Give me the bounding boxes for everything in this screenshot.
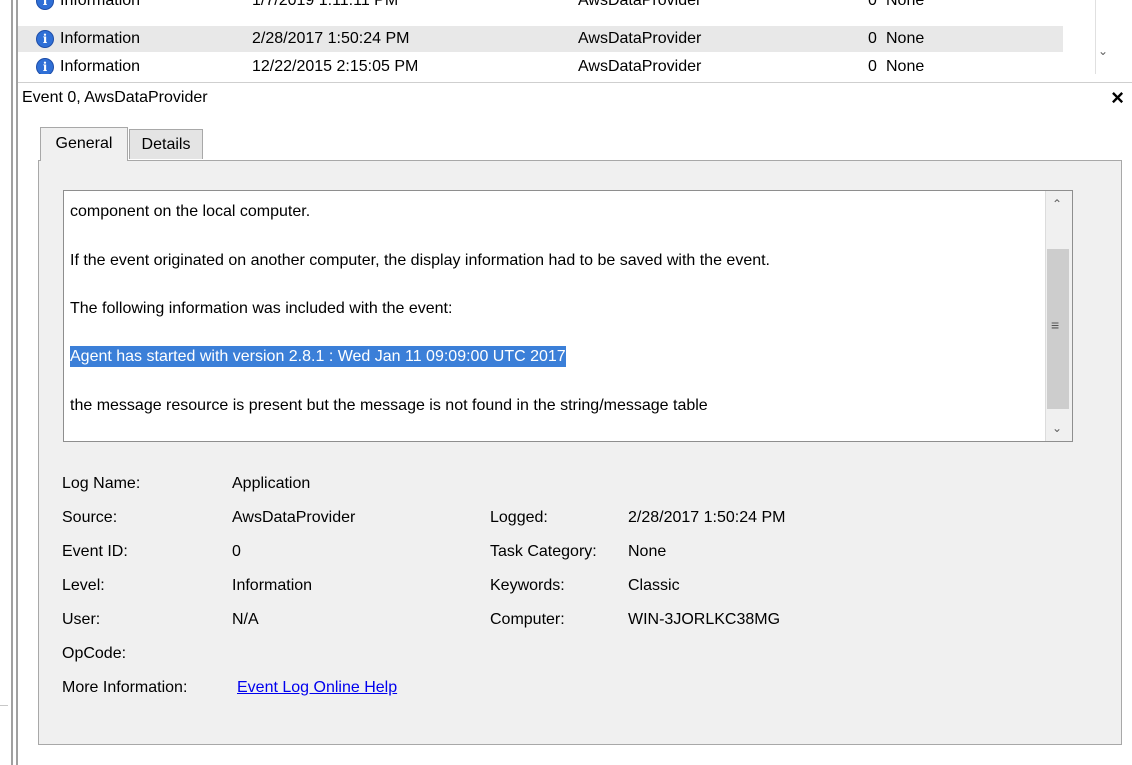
label-keywords: Keywords:	[490, 577, 565, 594]
window-edge-stub	[0, 705, 8, 706]
event-date: 1/7/2019 1:11:11 PM	[252, 0, 399, 9]
event-source: AwsDataProvider	[578, 58, 702, 74]
label-log-name: Log Name:	[62, 475, 141, 492]
event-level: Information	[60, 30, 141, 47]
value-event-id: 0	[232, 543, 241, 560]
event-list[interactable]: i Information 1/7/2019 1:11:11 PM AwsDat…	[18, 0, 1113, 74]
grip-icon: ≡	[1051, 317, 1060, 333]
event-row-selected[interactable]: i Information 2/28/2017 1:50:24 PM AwsDa…	[18, 26, 1063, 52]
tab-details[interactable]: Details	[129, 129, 203, 159]
event-id: 0	[868, 58, 877, 74]
dialog-title: Event 0, AwsDataProvider	[22, 89, 208, 106]
chevron-up-icon[interactable]: ⌃	[1052, 197, 1062, 211]
event-category: None	[886, 30, 925, 47]
value-user: N/A	[232, 611, 259, 628]
label-more-information: More Information:	[62, 679, 188, 696]
message-line: component on the local computer.	[70, 203, 311, 220]
value-task-category: None	[628, 543, 667, 560]
value-log-name: Application	[232, 475, 311, 492]
window-edge-inner	[16, 0, 18, 765]
event-details-titlebar: Event 0, AwsDataProvider ×	[18, 82, 1132, 113]
label-user: User:	[62, 611, 101, 628]
info-icon: i	[36, 0, 54, 10]
event-source: AwsDataProvider	[578, 30, 702, 47]
event-source: AwsDataProvider	[578, 0, 702, 9]
message-line: If the event originated on another compu…	[70, 252, 770, 269]
chevron-down-icon[interactable]: ⌄	[1098, 44, 1108, 58]
event-id: 0	[868, 0, 877, 9]
event-row[interactable]: i Information 1/7/2019 1:11:11 PM AwsDat…	[18, 0, 1063, 14]
message-line-selected: Agent has started with version 2.8.1 : W…	[70, 346, 566, 367]
label-task-category: Task Category:	[490, 543, 597, 560]
list-scrollbar[interactable]: ⌄	[1095, 0, 1113, 74]
label-opcode: OpCode:	[62, 645, 127, 662]
event-row[interactable]: i Information 12/22/2015 2:15:05 PM AwsD…	[18, 54, 1063, 74]
event-level: Information	[60, 58, 141, 74]
label-event-id: Event ID:	[62, 543, 128, 560]
message-line: The following information was included w…	[70, 300, 453, 317]
value-source: AwsDataProvider	[232, 509, 356, 526]
event-date: 12/22/2015 2:15:05 PM	[252, 58, 419, 74]
label-logged: Logged:	[490, 509, 548, 526]
message-line: the message resource is present but the …	[70, 397, 708, 414]
label-computer: Computer:	[490, 611, 565, 628]
label-level: Level:	[62, 577, 105, 594]
label-source: Source:	[62, 509, 118, 526]
message-scrollbar[interactable]: ⌃ ≡ ⌄	[1045, 191, 1072, 441]
value-computer: WIN-3JORLKC38MG	[628, 611, 781, 628]
value-level: Information	[232, 577, 313, 594]
close-icon[interactable]: ×	[1111, 85, 1124, 111]
tab-general[interactable]: General	[40, 127, 128, 161]
value-keywords: Classic	[628, 577, 680, 594]
event-message-box[interactable]: component on the local computer. If the …	[63, 190, 1073, 442]
event-log-online-help-link[interactable]: Event Log Online Help	[237, 679, 397, 697]
event-date: 2/28/2017 1:50:24 PM	[252, 30, 410, 47]
value-logged: 2/28/2017 1:50:24 PM	[628, 509, 786, 526]
event-category: None	[886, 58, 925, 74]
info-icon: i	[36, 58, 54, 74]
window-edge	[11, 0, 13, 765]
event-level: Information	[60, 0, 141, 9]
event-id: 0	[868, 30, 877, 47]
info-icon: i	[36, 30, 54, 48]
selected-text: Agent has started with version 2.8.1 : W…	[70, 346, 566, 367]
chevron-down-icon[interactable]: ⌄	[1052, 421, 1062, 435]
event-category: None	[886, 0, 925, 9]
